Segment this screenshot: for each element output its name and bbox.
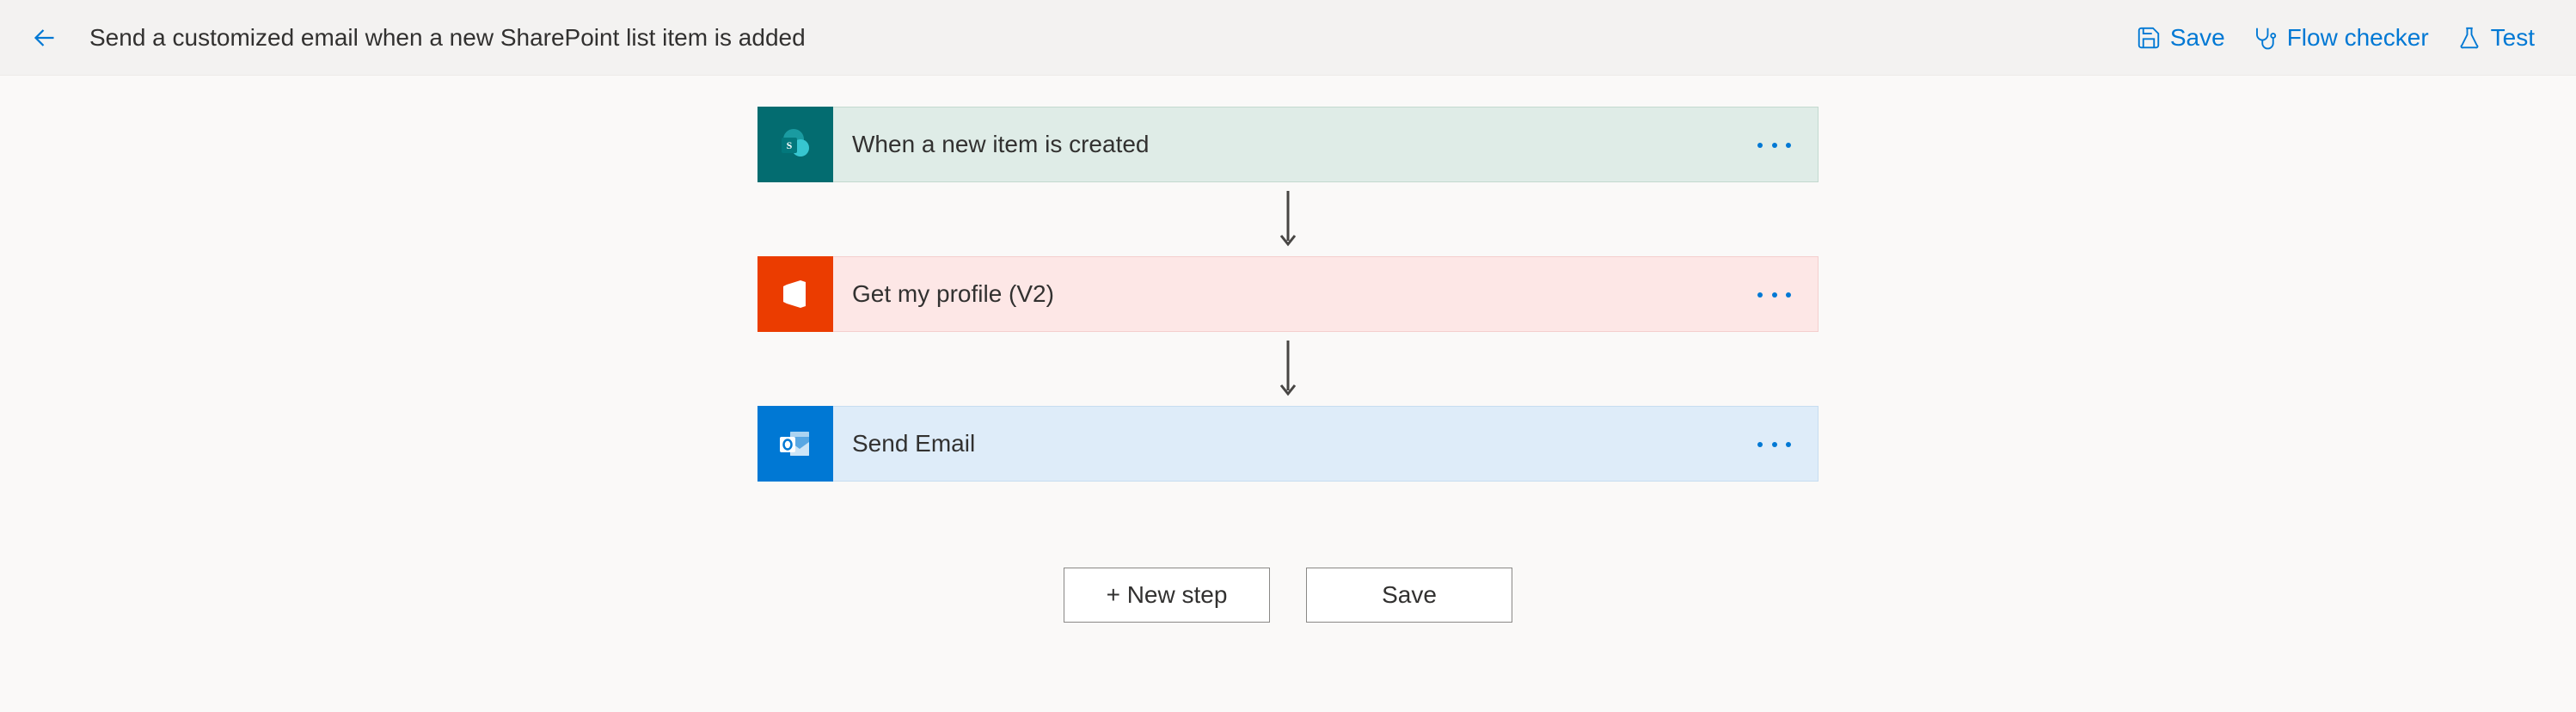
flow-canvas: S When a new item is created Get my prof… <box>0 76 2576 623</box>
svg-text:S: S <box>787 139 793 151</box>
ellipsis-icon <box>1757 143 1763 148</box>
footer-actions: + New step Save <box>1064 568 1512 623</box>
outlook-icon <box>757 406 833 482</box>
ellipsis-icon <box>1757 442 1763 447</box>
save-label: Save <box>2170 24 2225 52</box>
flow-checker-button[interactable]: Flow checker <box>2253 24 2429 52</box>
office-logo-icon <box>775 273 816 315</box>
step-menu-button[interactable] <box>1731 137 1818 152</box>
save-icon <box>2136 25 2162 51</box>
outlook-logo-icon <box>775 423 816 464</box>
flow-title: Send a customized email when a new Share… <box>89 24 2136 52</box>
trigger-step-sharepoint[interactable]: S When a new item is created <box>757 107 1819 182</box>
arrow-down-icon <box>1278 189 1298 249</box>
arrow-left-icon <box>29 22 60 53</box>
step-label: Send Email <box>833 430 1731 457</box>
flow-checker-label: Flow checker <box>2287 24 2429 52</box>
step-menu-button[interactable] <box>1731 436 1818 451</box>
connector-arrow[interactable] <box>1278 332 1298 406</box>
test-label: Test <box>2491 24 2535 52</box>
connector-arrow[interactable] <box>1278 182 1298 256</box>
save-button[interactable]: Save <box>2136 24 2225 52</box>
step-label: Get my profile (V2) <box>833 280 1731 308</box>
sharepoint-logo-icon: S <box>775 124 816 165</box>
save-flow-button[interactable]: Save <box>1306 568 1512 623</box>
new-step-button[interactable]: + New step <box>1064 568 1270 623</box>
back-button[interactable] <box>24 17 65 58</box>
sharepoint-icon: S <box>757 107 833 182</box>
arrow-down-icon <box>1278 339 1298 399</box>
action-step-office365[interactable]: Get my profile (V2) <box>757 256 1819 332</box>
stethoscope-icon <box>2253 25 2279 51</box>
action-step-outlook[interactable]: Send Email <box>757 406 1819 482</box>
beaker-icon <box>2456 25 2482 51</box>
test-button[interactable]: Test <box>2456 24 2535 52</box>
step-menu-button[interactable] <box>1731 286 1818 302</box>
ellipsis-icon <box>1757 292 1763 298</box>
office365-icon <box>757 256 833 332</box>
flow-designer-header: Send a customized email when a new Share… <box>0 0 2576 76</box>
step-label: When a new item is created <box>833 131 1731 158</box>
header-actions: Save Flow checker Test <box>2136 24 2535 52</box>
